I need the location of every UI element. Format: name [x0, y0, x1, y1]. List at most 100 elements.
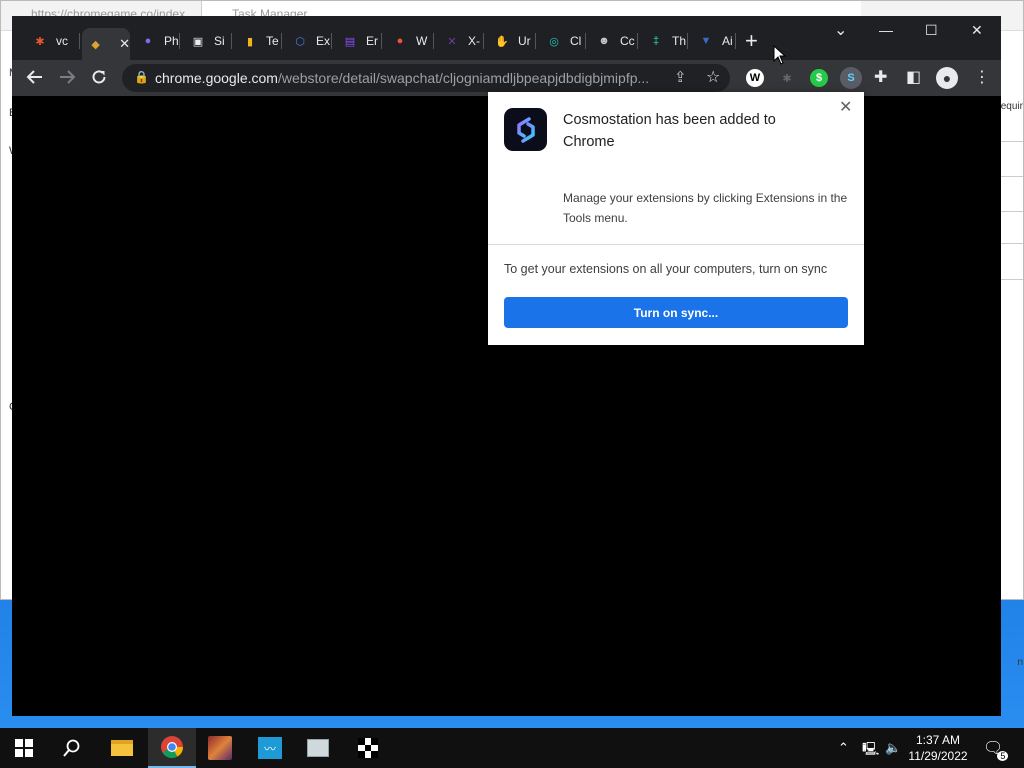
popup-title: Cosmostation has been added to Chrome	[563, 112, 776, 150]
tab-separator	[433, 33, 434, 49]
tab-separator	[687, 33, 688, 49]
tab-item[interactable]: ● W	[384, 28, 434, 54]
wombat-extension-icon[interactable]: W	[746, 69, 764, 87]
ex-icon: ⬡	[295, 35, 305, 48]
tab-label: vc	[56, 34, 68, 48]
tab-separator	[585, 33, 586, 49]
tab-item[interactable]: ◎ Cl	[538, 28, 586, 54]
tab-item[interactable]: ✋ Ur	[486, 28, 536, 54]
gear-extension-icon[interactable]: ✱	[778, 69, 796, 87]
ai-icon: ▼	[700, 35, 712, 47]
gear-icon: ✱	[35, 35, 45, 48]
background-divider	[1001, 243, 1023, 244]
w-icon: ●	[396, 35, 404, 47]
lock-icon: 🔒	[134, 70, 149, 84]
show-hidden-icons-chevron-icon[interactable]: ⌃	[838, 740, 849, 756]
tab-item[interactable]: ● Ph	[132, 28, 180, 54]
notification-center-icon[interactable]: 🗨5	[983, 738, 1014, 761]
tab-separator	[735, 33, 736, 49]
tab-item[interactable]: ‡ Th	[640, 28, 688, 54]
green-extension-icon[interactable]: $	[810, 69, 828, 87]
tab-separator	[637, 33, 638, 49]
chrome-icon	[161, 736, 183, 758]
maximize-button[interactable]: ☐	[925, 22, 938, 39]
tab-label: Si	[214, 34, 225, 48]
cl-icon: ◎	[549, 35, 559, 48]
background-divider	[1001, 279, 1023, 280]
tab-separator	[381, 33, 382, 49]
hand-icon: ✋	[495, 35, 509, 48]
side-panel-icon[interactable]: ◧	[906, 68, 921, 88]
bottle-icon: ▮	[246, 35, 254, 48]
menu-kebab-icon[interactable]: ⋮	[974, 68, 990, 88]
tab-label: Ur	[518, 34, 531, 48]
tab-item[interactable]: ▼ Ai	[690, 28, 736, 54]
okx-icon	[358, 738, 378, 758]
er-icon: ▤	[344, 35, 356, 48]
taskbar-chrome[interactable]	[148, 728, 196, 768]
popup-description: Manage your extensions by clicking Exten…	[563, 191, 848, 225]
search-button[interactable]	[48, 728, 96, 768]
tab-separator	[483, 33, 484, 49]
background-divider	[1001, 176, 1023, 177]
taskbar-app-chart[interactable]: 〰	[246, 728, 294, 768]
network-icon[interactable]: 🖳	[862, 740, 879, 762]
system-clock[interactable]: 1:37 AM 11/29/2022	[900, 732, 976, 764]
cosmostation-extension-icon[interactable]: S	[840, 67, 862, 89]
popup-close-icon[interactable]: ✕	[839, 97, 852, 117]
taskbar-file-explorer[interactable]	[98, 728, 146, 768]
tab-strip: ✱ vc ◆ ✕ ● Ph ▣ Si ▮ Te ⬡ Ex ▤ Er ● W ✕ X- ✋ Ur ◎ Cl ☻ Cc ‡ Th ▼ Ai…	[12, 16, 1001, 60]
share-icon[interactable]: ⇪	[674, 68, 687, 86]
reload-button[interactable]	[90, 68, 108, 90]
chart-app-icon: 〰	[258, 737, 282, 759]
extensions-puzzle-icon[interactable]: ✚	[874, 68, 887, 88]
taskbar-app-game[interactable]	[196, 728, 244, 768]
url-host: chrome.google.com	[155, 70, 278, 86]
tab-label: Er	[366, 34, 378, 48]
clock-date: 11/29/2022	[908, 749, 968, 763]
back-button[interactable]	[26, 68, 44, 90]
tab-item[interactable]: ▮ Te	[234, 28, 282, 54]
tab-item[interactable]: ☻ Cc	[588, 28, 638, 54]
popup-divider	[488, 244, 864, 245]
puzzle-folder-icon: ◆	[91, 38, 100, 51]
taskbar-app-manager[interactable]	[294, 728, 342, 768]
tab-item[interactable]: ▤ Er	[334, 28, 382, 54]
tab-item[interactable]: ◆ ✕	[82, 28, 130, 60]
tab-label: W	[416, 34, 428, 48]
forward-button[interactable]	[58, 68, 76, 90]
tab-label: Ai	[722, 34, 733, 48]
bookmark-star-icon[interactable]: ☆	[706, 67, 720, 87]
background-right-text-2: n	[1017, 657, 1023, 668]
image-icon: ▣	[192, 35, 204, 48]
taskbar-app-okx[interactable]	[344, 728, 392, 768]
tab-item[interactable]: ⬡ Ex	[284, 28, 332, 54]
minimize-button[interactable]: —	[879, 22, 893, 38]
tab-item[interactable]: ▣ Si	[182, 28, 232, 54]
address-bar-url[interactable]: chrome.google.com/webstore/detail/swapch…	[155, 70, 655, 86]
game-app-icon	[208, 736, 232, 760]
volume-icon[interactable]: 🔈	[885, 740, 901, 756]
tab-close-icon[interactable]: ✕	[119, 36, 130, 52]
mouse-cursor-icon	[773, 45, 787, 65]
profile-avatar-icon[interactable]: ●	[936, 67, 958, 89]
tab-item[interactable]: ✕ X-	[436, 28, 484, 54]
tab-search-dropdown-icon[interactable]: ⌄	[834, 20, 847, 40]
background-right-text: equir	[1000, 101, 1023, 112]
start-button[interactable]	[0, 728, 48, 768]
new-tab-button[interactable]: +	[745, 30, 758, 52]
folder-icon	[111, 740, 133, 756]
cosmostation-logo-icon	[516, 116, 535, 143]
taskbar: 〰 ⌃ 🖳 🔈 1:37 AM 11/29/2022 🗨5	[0, 728, 1024, 768]
tab-separator	[79, 33, 80, 49]
close-window-button[interactable]: ✕	[971, 22, 983, 39]
tab-label: X-	[468, 34, 480, 48]
background-divider	[1001, 211, 1023, 212]
tab-item[interactable]: ✱ vc	[24, 28, 80, 54]
phantom-icon: ●	[144, 35, 152, 47]
turn-on-sync-button[interactable]: Turn on sync...	[504, 297, 848, 328]
omnibox[interactable]: 🔒 chrome.google.com/webstore/detail/swap…	[122, 64, 730, 92]
cosmostation-logo	[504, 108, 547, 151]
tab-separator	[179, 33, 180, 49]
owl-icon: ☻	[598, 35, 610, 47]
